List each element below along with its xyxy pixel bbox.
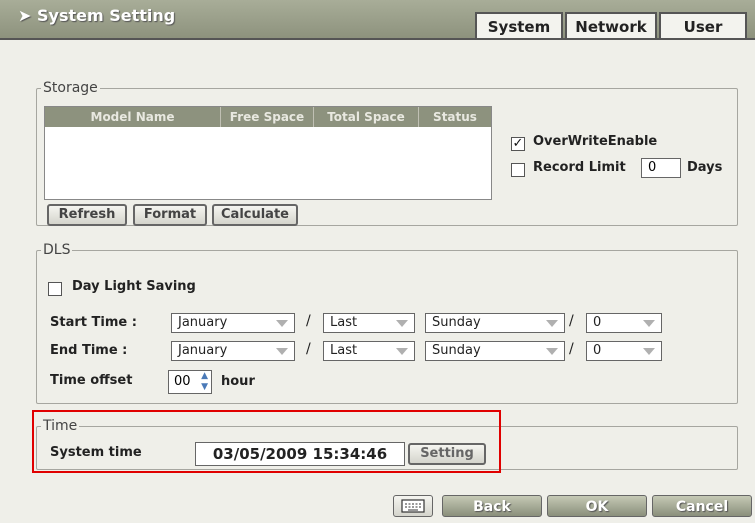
start-week-select[interactable]: Last xyxy=(323,313,415,333)
end-hour-select[interactable]: 0 xyxy=(586,341,662,361)
record-limit-unit: Days xyxy=(687,160,723,175)
chevron-down-icon xyxy=(643,348,655,355)
start-day-select[interactable]: Sunday xyxy=(425,313,565,333)
system-time-value: 03/05/2009 15:34:46 xyxy=(195,442,405,466)
title-arrow-icon: ➤ xyxy=(18,6,32,25)
time-offset-unit: hour xyxy=(221,374,255,389)
format-button[interactable]: Format xyxy=(133,204,207,226)
separator: / xyxy=(569,313,574,329)
time-offset-label: Time offset xyxy=(50,373,133,388)
chevron-down-icon xyxy=(396,348,408,355)
end-hour-value: 0 xyxy=(593,343,602,358)
tab-network[interactable]: Network xyxy=(565,12,657,38)
chevron-down-icon xyxy=(546,320,558,327)
col-total-space: Total Space xyxy=(313,107,419,127)
end-day-select[interactable]: Sunday xyxy=(425,341,565,361)
window-title-text: System Setting xyxy=(36,6,176,25)
end-week-select[interactable]: Last xyxy=(323,341,415,361)
record-limit-input[interactable]: 0 xyxy=(641,158,681,178)
chevron-down-icon xyxy=(546,348,558,355)
day-light-saving-checkbox[interactable] xyxy=(48,282,62,296)
chevron-up-icon[interactable]: ▲ xyxy=(201,371,208,381)
window-title: ➤ System Setting xyxy=(18,6,175,25)
col-model-name: Model Name xyxy=(45,107,221,127)
end-day-value: Sunday xyxy=(432,343,481,358)
tab-user[interactable]: User xyxy=(659,12,747,38)
back-button[interactable]: Back xyxy=(442,495,542,517)
cancel-button[interactable]: Cancel xyxy=(652,495,752,517)
start-hour-select[interactable]: 0 xyxy=(586,313,662,333)
separator: / xyxy=(569,341,574,357)
storage-table-grid: Model Name Free Space Total Space Status xyxy=(45,107,491,127)
overwrite-checkbox[interactable]: ✓ xyxy=(511,137,525,151)
chevron-down-icon[interactable]: ▼ xyxy=(201,382,208,392)
time-offset-value: 00 xyxy=(174,374,191,389)
end-time-label: End Time : xyxy=(50,343,128,358)
tab-system[interactable]: System xyxy=(475,12,563,38)
col-free-space: Free Space xyxy=(220,107,314,127)
chevron-down-icon xyxy=(276,348,288,355)
end-month-select[interactable]: January xyxy=(171,341,295,361)
day-light-saving-label: Day Light Saving xyxy=(72,279,196,294)
dls-legend: DLS xyxy=(43,242,71,258)
start-month-select[interactable]: January xyxy=(171,313,295,333)
start-day-value: Sunday xyxy=(432,315,481,330)
keyboard-button[interactable] xyxy=(393,495,433,517)
ok-button[interactable]: OK xyxy=(547,495,647,517)
system-time-label: System time xyxy=(50,445,142,460)
start-month-value: January xyxy=(178,315,228,330)
record-limit-label: Record Limit xyxy=(533,160,626,175)
record-limit-checkbox[interactable] xyxy=(511,163,525,177)
col-status: Status xyxy=(433,110,477,124)
start-hour-value: 0 xyxy=(593,315,602,330)
end-month-value: January xyxy=(178,343,228,358)
separator: / xyxy=(306,341,311,357)
keyboard-icon xyxy=(401,499,425,513)
overwrite-label: OverWriteEnable xyxy=(533,134,658,149)
storage-table-header: Model Name Free Space Total Space Status xyxy=(45,107,491,127)
start-time-label: Start Time : xyxy=(50,315,137,330)
chevron-down-icon xyxy=(643,320,655,327)
storage-legend: Storage xyxy=(43,80,98,96)
start-week-value: Last xyxy=(330,315,358,330)
calculate-button[interactable]: Calculate xyxy=(212,204,298,226)
separator: / xyxy=(306,313,311,329)
time-offset-stepper[interactable]: 00 ▲ ▼ xyxy=(168,370,212,394)
chevron-down-icon xyxy=(276,320,288,327)
chevron-down-icon xyxy=(396,320,408,327)
refresh-button[interactable]: Refresh xyxy=(47,204,127,226)
setting-button[interactable]: Setting xyxy=(408,443,486,465)
storage-table: Model Name Free Space Total Space Status xyxy=(44,106,492,200)
end-week-value: Last xyxy=(330,343,358,358)
